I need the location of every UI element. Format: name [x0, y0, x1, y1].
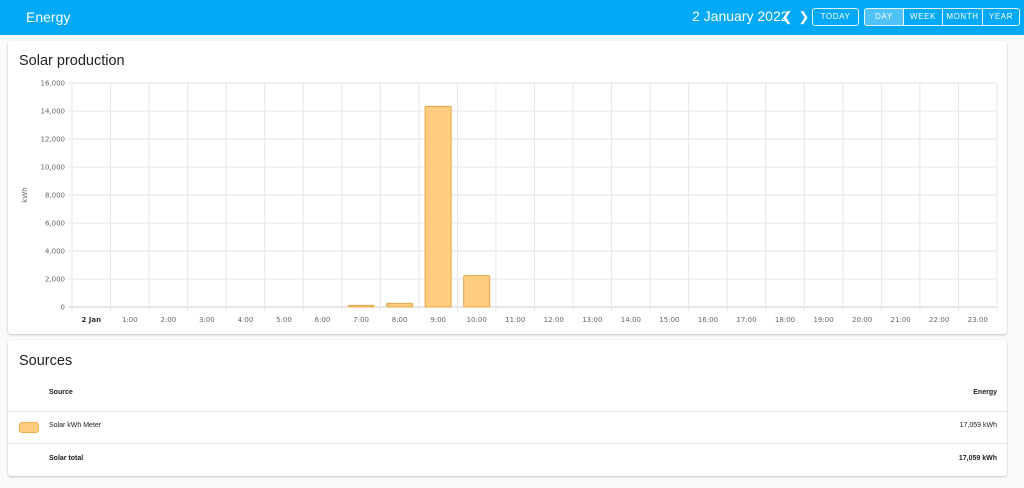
- x-tick-label: 13:00: [582, 316, 602, 324]
- x-tick-label: 20:00: [852, 316, 872, 324]
- x-tick-label: 17:00: [736, 316, 756, 324]
- energy-column-header: Energy: [973, 389, 997, 396]
- x-tick-label: 22:00: [929, 316, 949, 324]
- x-tick-label: 14:00: [621, 316, 641, 324]
- day-button[interactable]: DAY: [864, 8, 904, 26]
- y-tick-label: 2,000: [45, 276, 65, 284]
- row-divider: [8, 411, 1007, 412]
- chevron-left-icon[interactable]: ❮: [780, 8, 794, 26]
- total-label: Solar total: [49, 455, 84, 462]
- source-color-swatch: [19, 422, 39, 433]
- x-tick-label: 3:00: [199, 316, 215, 324]
- bar-9:00: [424, 105, 452, 308]
- x-tick-label: 19:00: [813, 316, 833, 324]
- x-tick-label: 15:00: [659, 316, 679, 324]
- today-button[interactable]: TODAY: [812, 8, 859, 26]
- x-tick-label: 12:00: [544, 316, 564, 324]
- period-selector: DAY WEEK MONTH YEAR: [864, 8, 1020, 26]
- page-title: Energy: [26, 9, 71, 25]
- y-tick-label: 16,000: [41, 80, 66, 88]
- week-button[interactable]: WEEK: [904, 8, 943, 26]
- x-tick-label: 4:00: [238, 316, 254, 324]
- x-tick-label: 9:00: [430, 316, 446, 324]
- x-tick-label: 11:00: [505, 316, 525, 324]
- chart-grid: [68, 82, 998, 311]
- y-tick-label: 0: [61, 304, 65, 312]
- y-tick-label: 14,000: [41, 108, 66, 116]
- current-date: 2 January 2022: [692, 8, 789, 24]
- source-column-header: Source: [49, 389, 73, 396]
- y-tick-label: 12,000: [41, 136, 66, 144]
- top-app-bar: Energy 2 January 2022 ❮ ❯ TODAY DAY WEEK…: [0, 0, 1024, 35]
- x-tick-label: 2:00: [160, 316, 176, 324]
- bar-8:00: [386, 302, 414, 308]
- x-tick-label: 7:00: [353, 316, 369, 324]
- x-tick-label: 16:00: [698, 316, 718, 324]
- chevron-right-icon[interactable]: ❯: [797, 8, 811, 26]
- x-tick-label: 21:00: [891, 316, 911, 324]
- y-axis-label: kWh: [21, 187, 29, 202]
- row-divider: [8, 443, 1007, 444]
- sources-card-title: Sources: [19, 353, 73, 369]
- solar-production-card: Solar production 0 2,000 4,000 6,000 8,000 10…: [8, 41, 1007, 334]
- x-tick-label: 6:00: [315, 316, 331, 324]
- total-value: 17,059 kWh: [958, 455, 997, 462]
- x-tick-label: 5:00: [276, 316, 292, 324]
- y-tick-label: 10,000: [41, 164, 66, 172]
- x-tick-label: 10:00: [467, 316, 487, 324]
- source-name: Solar kWh Meter: [49, 422, 102, 429]
- x-tick-label: 18:00: [775, 316, 795, 324]
- bar-10:00: [463, 275, 491, 308]
- x-tick-label: 8:00: [392, 316, 408, 324]
- bar-7:00: [347, 304, 375, 308]
- y-tick-label: 6,000: [45, 220, 65, 228]
- y-tick-label: 4,000: [45, 248, 65, 256]
- source-energy-value: 17,059 kWh: [959, 422, 997, 429]
- year-button[interactable]: YEAR: [983, 8, 1020, 26]
- sources-card: Sources Source Energy Solar kWh Meter 17…: [8, 340, 1007, 476]
- month-button[interactable]: MONTH: [943, 8, 983, 26]
- x-tick-label: 23:00: [968, 316, 988, 324]
- x-tick-label: 1:00: [122, 316, 138, 324]
- solar-production-chart: 0 2,000 4,000 6,000 8,000 10,000 12,000 14,000 1…: [21, 80, 998, 324]
- x-tick-label: 2 Jan: [81, 316, 101, 324]
- y-tick-label: 8,000: [45, 192, 65, 200]
